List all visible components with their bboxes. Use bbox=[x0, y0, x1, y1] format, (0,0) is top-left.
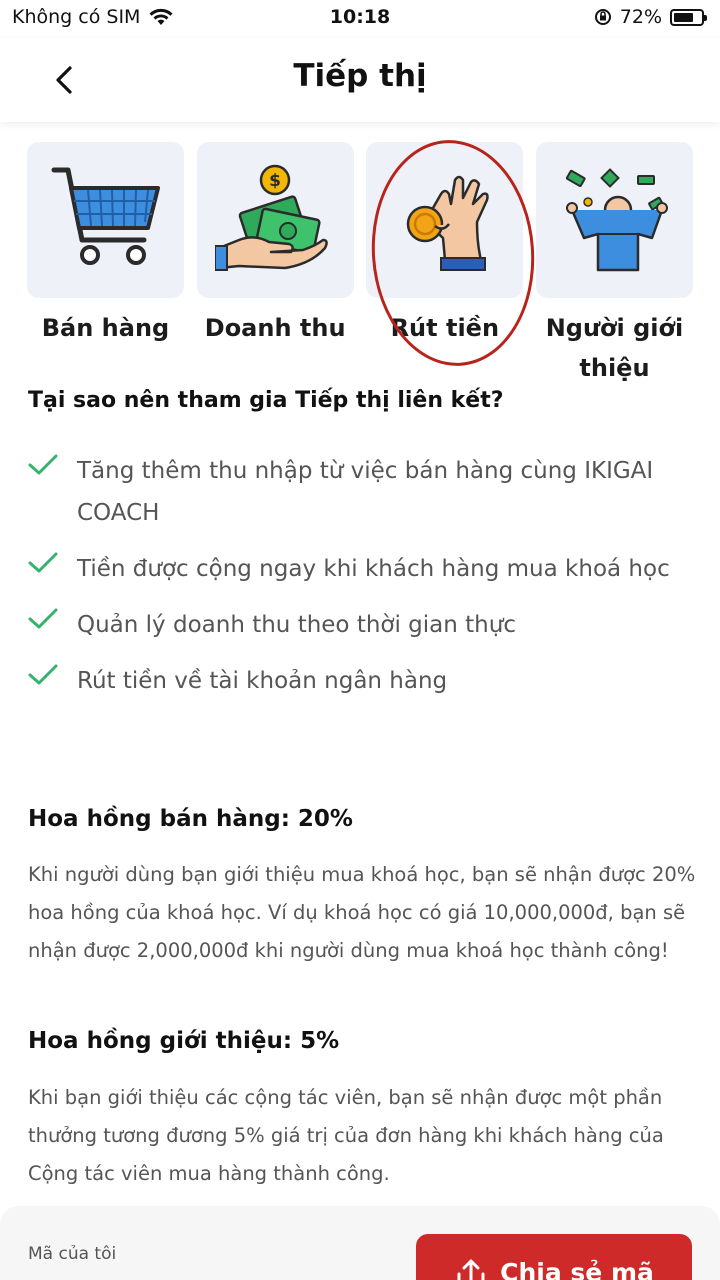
money-hand-icon: $ bbox=[215, 164, 328, 271]
referral-commission-text: Khi bạn giới thiệu các cộng tác viên, bạ… bbox=[28, 1086, 664, 1185]
tile-withdraw-icon-box bbox=[366, 142, 524, 298]
battery-group: 72% bbox=[594, 6, 707, 28]
my-code-label: Mã của tôi bbox=[28, 1244, 117, 1264]
tile-referrer-label: Người giới thiệu bbox=[545, 314, 684, 382]
page-title: Tiếp thị bbox=[293, 58, 427, 94]
orientation-lock-icon bbox=[594, 9, 611, 25]
tile-referrer[interactable]: Người giới thiệu bbox=[535, 142, 693, 388]
sales-commission-heading: Hoa hồng bán hàng: 20% bbox=[28, 806, 353, 832]
referral-commission-heading: Hoa hồng giới thiệu: 5% bbox=[28, 1028, 340, 1054]
benefit-item: Tiền được cộng ngay khi khách hàng mua k… bbox=[28, 548, 698, 590]
check-icon bbox=[28, 660, 64, 690]
tile-sales-icon-box bbox=[27, 142, 184, 298]
share-icon bbox=[457, 1259, 485, 1280]
tile-withdraw[interactable]: Rút tiền bbox=[366, 142, 524, 388]
tile-revenue-icon-box: $ bbox=[196, 142, 354, 298]
check-icon bbox=[28, 450, 64, 480]
tile-sales[interactable]: Bán hàng bbox=[27, 142, 184, 388]
check-icon bbox=[28, 604, 64, 634]
benefit-text: Quản lý doanh thu theo thời gian thực bbox=[77, 612, 516, 638]
tile-revenue-label: Doanh thu bbox=[204, 314, 346, 342]
feature-tiles: Bán hàng $ Doanh thu Rút tiền Người giới… bbox=[27, 142, 693, 388]
why-join-heading: Tại sao nên tham gia Tiếp thị liên kết? bbox=[28, 388, 504, 413]
svg-text:$: $ bbox=[269, 171, 281, 191]
benefit-item: Tăng thêm thu nhập từ việc bán hàng cùng… bbox=[28, 450, 698, 534]
tile-revenue[interactable]: $ Doanh thu bbox=[196, 142, 354, 388]
shopping-cart-icon bbox=[51, 167, 160, 265]
status-bar: Không có SIM 10:18 72% bbox=[0, 0, 720, 38]
benefit-text: Rút tiền về tài khoản ngân hàng bbox=[77, 668, 448, 694]
share-code-button[interactable]: Chia sẻ mã bbox=[416, 1234, 692, 1280]
benefits-list: Tăng thêm thu nhập từ việc bán hàng cùng… bbox=[28, 450, 698, 716]
benefit-item: Rút tiền về tài khoản ngân hàng bbox=[28, 660, 698, 702]
coin-pinch-icon bbox=[406, 175, 489, 271]
bottom-bar: Mã của tôi Chia sẻ mã bbox=[0, 1206, 720, 1280]
benefit-text: Tăng thêm thu nhập từ việc bán hàng cùng… bbox=[77, 458, 654, 526]
battery-percent: 72% bbox=[619, 6, 662, 28]
benefit-item: Quản lý doanh thu theo thời gian thực bbox=[28, 604, 698, 646]
share-code-label: Chia sẻ mã bbox=[500, 1258, 654, 1280]
app-header: Tiếp thị bbox=[0, 38, 720, 122]
celebrating-person-icon bbox=[566, 168, 669, 272]
battery-icon bbox=[670, 8, 707, 26]
sales-commission-text: Khi người dùng bạn giới thiệu mua khoá h… bbox=[28, 863, 696, 962]
check-icon bbox=[28, 548, 64, 578]
battery-fill bbox=[674, 12, 693, 22]
benefit-text: Tiền được cộng ngay khi khách hàng mua k… bbox=[77, 556, 670, 582]
tile-referrer-icon-box bbox=[535, 142, 693, 298]
tile-sales-label: Bán hàng bbox=[41, 314, 170, 342]
tile-withdraw-label: Rút tiền bbox=[390, 314, 500, 342]
